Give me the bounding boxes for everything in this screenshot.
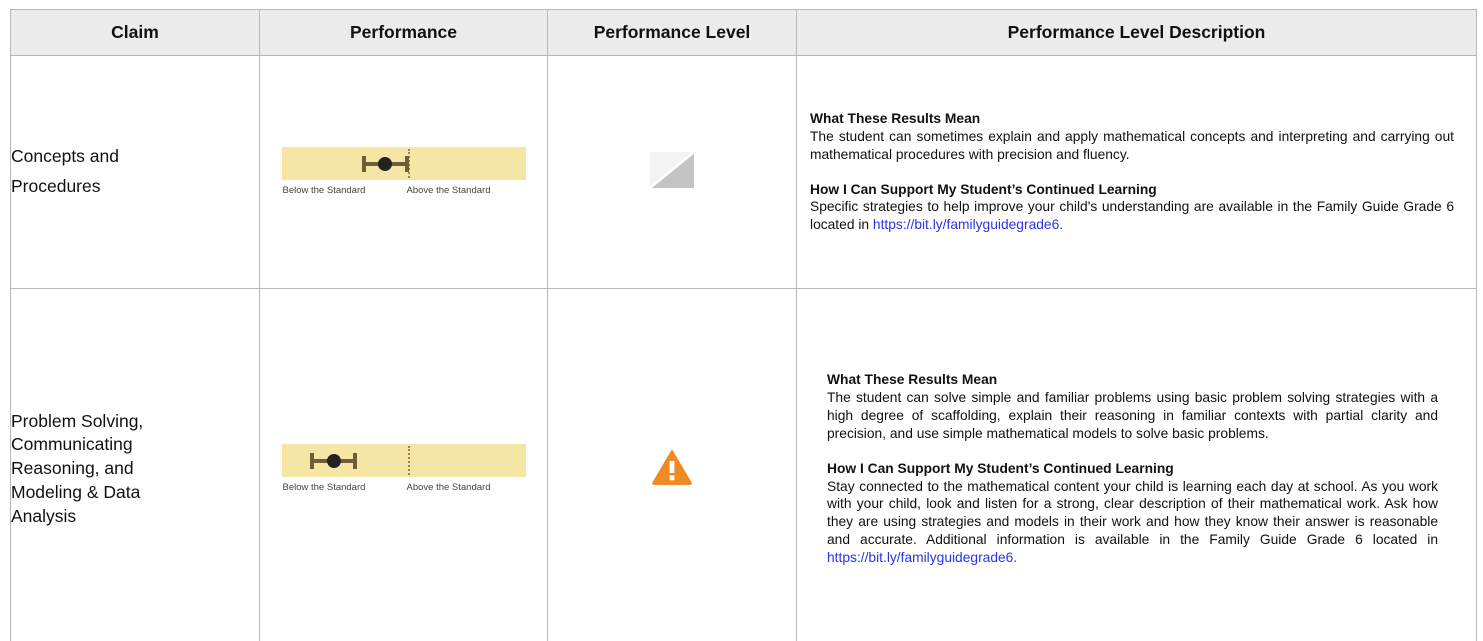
claim-cell: Concepts and Procedures bbox=[10, 55, 260, 289]
claim-cell: Problem Solving, Communicating Reasoning… bbox=[10, 288, 260, 641]
claim-name: Concepts and Procedures bbox=[11, 146, 119, 196]
claim-results-table: Claim Performance Performance Level Perf… bbox=[10, 9, 1477, 641]
standard-cut-line bbox=[407, 446, 410, 475]
table-row: Concepts and Procedures Below the Standa… bbox=[10, 55, 1477, 289]
results-text: The student can solve simple and familia… bbox=[827, 389, 1438, 441]
report-page: Claim Performance Performance Level Perf… bbox=[0, 0, 1483, 641]
performance-level-description-cell: What These Results Mean The student can … bbox=[796, 55, 1477, 289]
performance-column-header: Performance bbox=[259, 9, 548, 56]
support-heading: How I Can Support My Student’s Continued… bbox=[827, 460, 1174, 476]
performance-level-column-header: Performance Level bbox=[547, 9, 797, 56]
performance-level-cell bbox=[547, 55, 797, 289]
above-standard-label: Above the Standard bbox=[406, 185, 491, 196]
table-row: Problem Solving, Communicating Reasoning… bbox=[10, 288, 1477, 641]
performance-level-cell bbox=[547, 288, 797, 641]
table-header-row: Claim Performance Performance Level Perf… bbox=[10, 9, 1477, 56]
performance-cell: Below the Standard Above the Standard bbox=[259, 288, 548, 641]
performance-cell: Below the Standard Above the Standard bbox=[259, 55, 548, 289]
above-standard-label: Above the Standard bbox=[406, 482, 491, 493]
support-heading: How I Can Support My Student’s Continued… bbox=[810, 181, 1157, 197]
family-guide-link[interactable]: https://bit.ly/familyguidegrade6. bbox=[827, 550, 1017, 565]
results-text: The student can sometimes explain and ap… bbox=[810, 128, 1454, 162]
performance-level-description-column-header: Performance Level Description bbox=[796, 9, 1477, 56]
description-block: What These Results Mean The student can … bbox=[797, 371, 1476, 567]
results-heading: What These Results Mean bbox=[810, 110, 981, 126]
description-block: What These Results Mean The student can … bbox=[797, 110, 1476, 235]
support-paragraph: Specific strategies to help improve your… bbox=[810, 198, 1454, 234]
error-band-low-tick bbox=[361, 156, 366, 172]
performance-scale: Below the Standard Above the Standard bbox=[281, 444, 526, 494]
below-standard-label: Below the Standard bbox=[282, 482, 366, 493]
performance-level-description-cell: What These Results Mean The student can … bbox=[796, 288, 1477, 641]
family-guide-link[interactable]: https://bit.ly/familyguidegrade6. bbox=[873, 217, 1063, 232]
error-band-high-tick bbox=[404, 156, 409, 172]
warning-icon bbox=[652, 449, 692, 490]
score-marker bbox=[377, 157, 392, 171]
results-heading: What These Results Mean bbox=[827, 371, 998, 387]
score-marker bbox=[326, 454, 341, 468]
error-band-low-tick bbox=[309, 453, 314, 469]
error-band-high-tick bbox=[352, 453, 357, 469]
below-standard-label: Below the Standard bbox=[282, 185, 366, 196]
claim-name: Problem Solving, Communicating Reasoning… bbox=[11, 410, 144, 526]
support-paragraph: Stay connected to the mathematical conte… bbox=[827, 478, 1438, 568]
claim-column-header: Claim bbox=[10, 9, 260, 56]
performance-scale: Below the Standard Above the Standard bbox=[281, 147, 526, 197]
support-text: Stay connected to the mathematical conte… bbox=[827, 478, 1438, 548]
near-standard-icon bbox=[649, 150, 695, 193]
